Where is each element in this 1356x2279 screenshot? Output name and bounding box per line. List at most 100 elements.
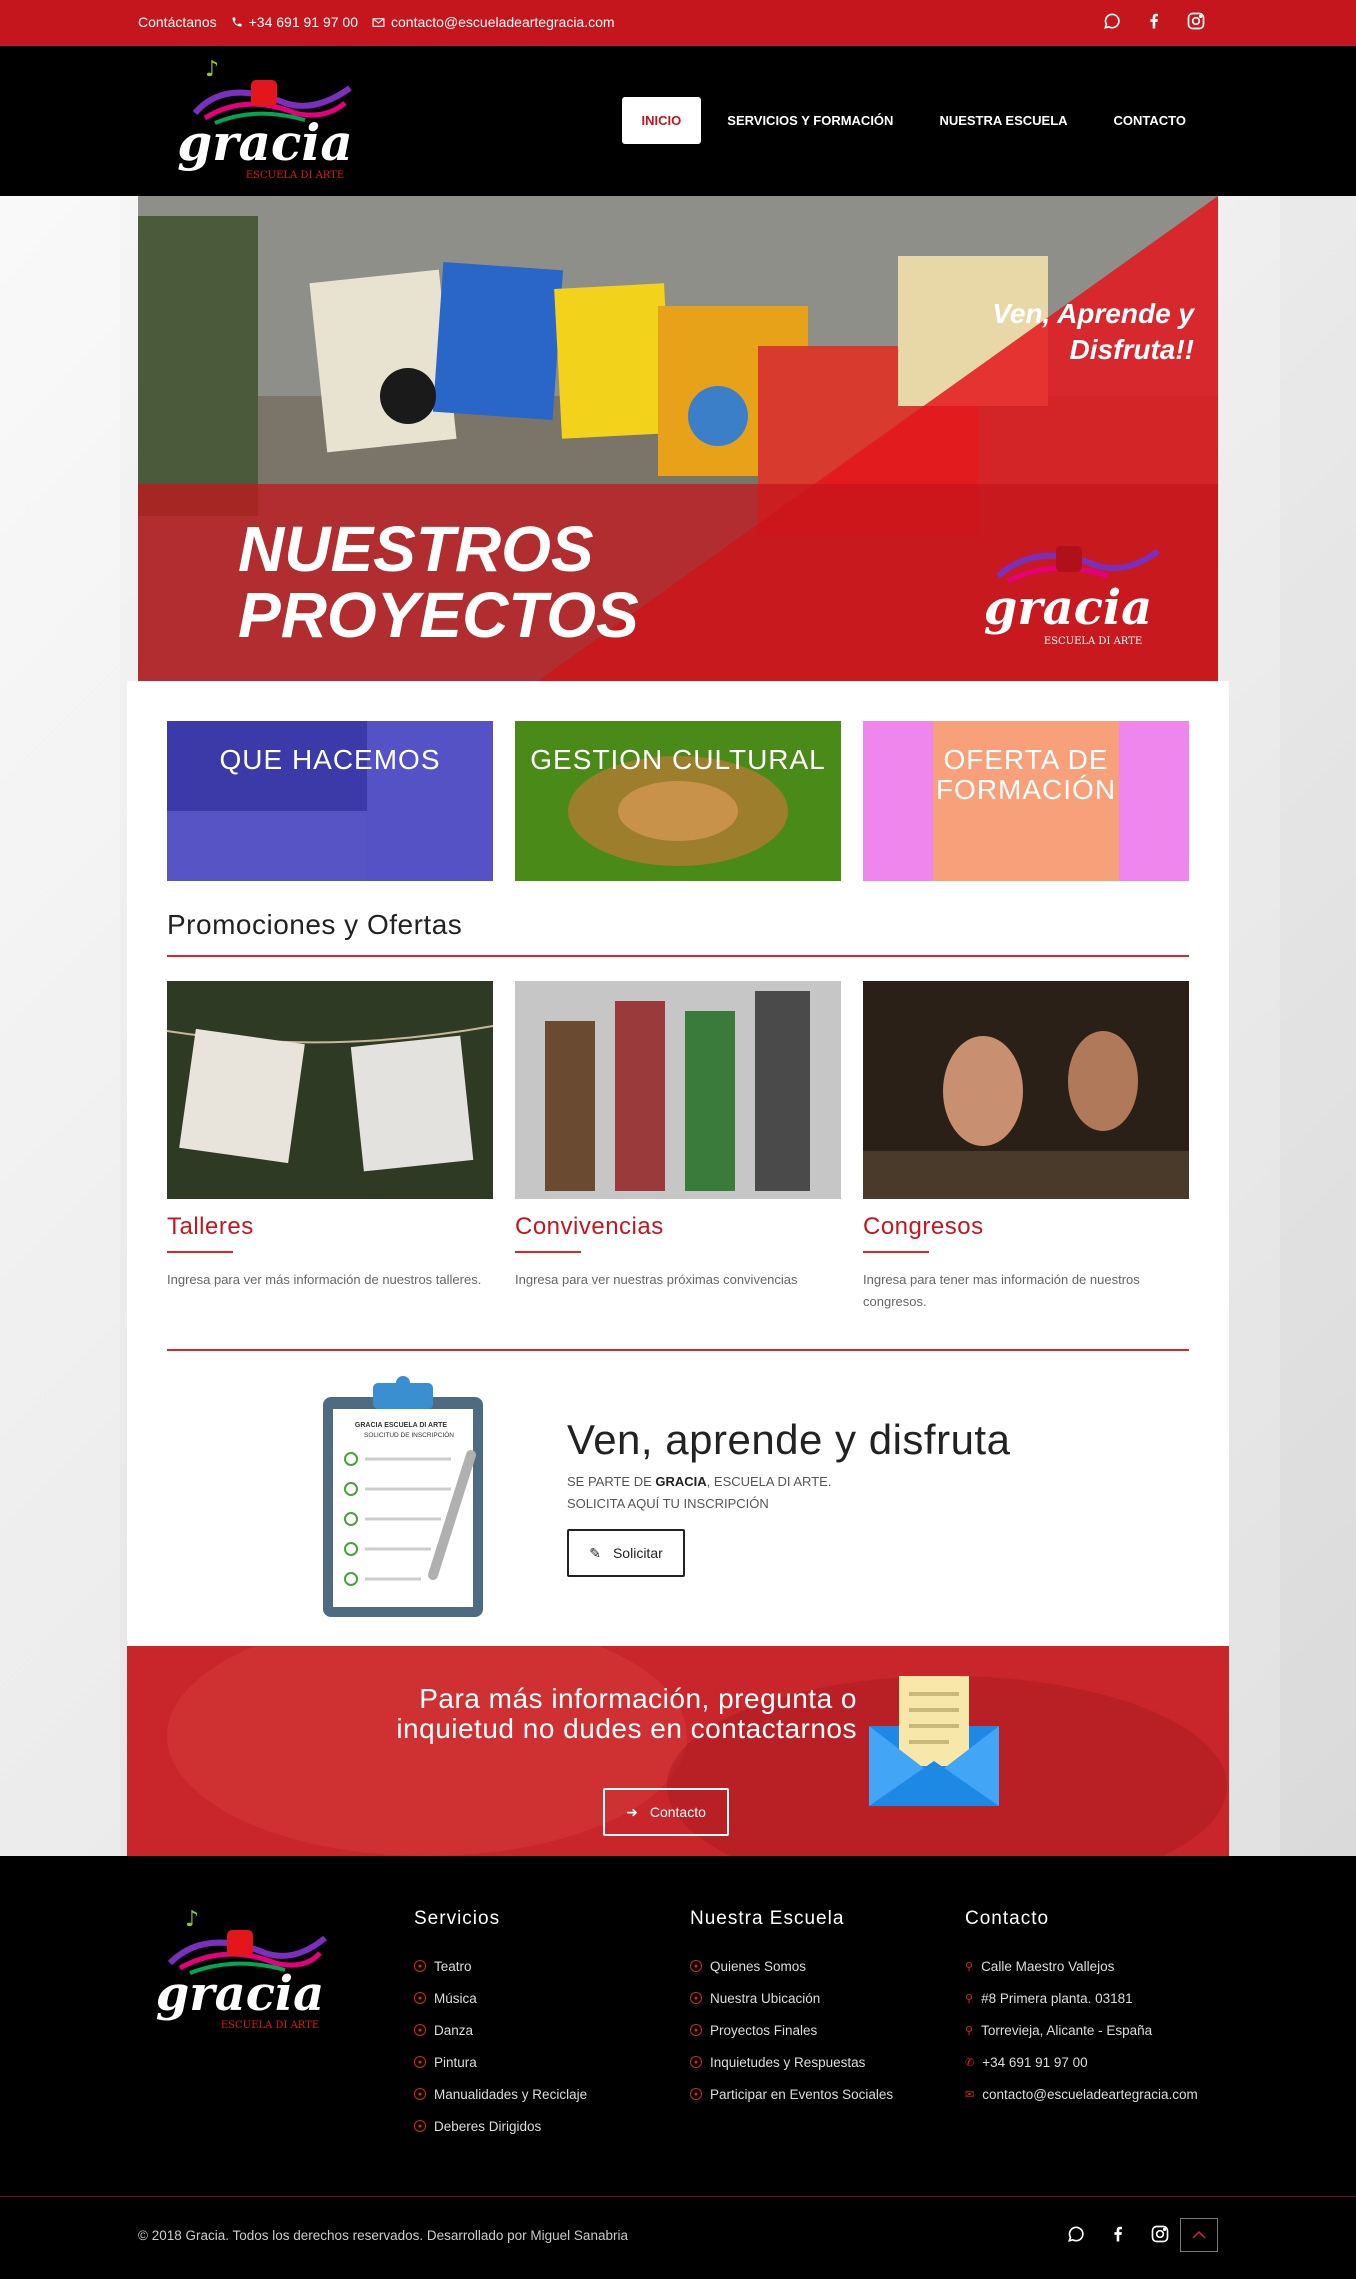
contacto-button[interactable]: ➜ Contacto [603,1788,729,1836]
phone-icon [231,16,243,28]
contact-label: Contáctanos [138,14,217,30]
facebook-icon[interactable] [1144,11,1164,31]
footer-servicios: Servicios ● Teatro ● Música ● Danza ● Pintur… [414,1908,587,2142]
site-logo[interactable]: ♪ gracia ESCUELA DI ARTE [165,57,365,188]
footer-logo[interactable]: ♪ gracia ESCUELA DI ARTE [145,1907,335,2038]
divider [167,955,1189,957]
svg-text:♪: ♪ [205,58,219,82]
footer-address: ⚲ #8 Primera planta. 03181 [965,1990,1133,2006]
location-icon: ⚲ [965,2024,974,2037]
envelope-illustration [869,1676,999,1806]
footer-address: ⚲ Torrevieja, Alicante - España [965,2022,1153,2038]
bullet-icon: ● [414,1992,426,2004]
promo-text: Ingresa para ver nuestras próximas convi… [515,1272,798,1287]
chevron-up-icon [1192,2226,1206,2244]
instagram-icon[interactable] [1186,11,1206,31]
site-footer: ♪ gracia ESCUELA DI ARTE Servicios ● Teat… [0,1856,1356,2279]
footer-escuela: Nuestra Escuela ● Quienes Somos ● Nuestra … [690,1908,893,2110]
promo-congresos[interactable]: Congresos Ingresa para tener mas informa… [863,981,1189,1313]
footer-link[interactable]: ● Proyectos Finales [690,2014,893,2046]
svg-text:♪: ♪ [185,1908,199,1932]
whatsapp-icon[interactable] [1102,11,1122,31]
footer-link[interactable]: ● Manualidades y Reciclaje [414,2078,587,2110]
mail-icon: ✉ [965,2088,975,2101]
feature-gestion-cultural[interactable]: GESTION CULTURAL [515,721,841,881]
bullet-icon: ● [414,2056,426,2068]
footer-link[interactable]: ● Quienes Somos [690,1950,893,1982]
author-link[interactable]: Miguel Sanabria [530,2228,628,2243]
promo-title[interactable]: Convivencias [515,1213,841,1241]
footer-link[interactable]: ● Música [414,1982,587,2014]
svg-text:gracia: gracia [984,580,1153,636]
copyright: © 2018 Gracia. Todos los derechos reserv… [138,2228,628,2243]
phone-icon: ✆ [965,2056,975,2069]
bullet-icon: ● [414,1960,426,1972]
svg-text:gracia: gracia [156,1966,325,2022]
location-icon: ⚲ [965,1992,974,2005]
bullet-icon: ● [414,2120,426,2132]
back-to-top-button[interactable] [1180,2218,1218,2252]
hero-logo: gracia ESCUELA DI ARTE [958,516,1178,656]
nav-servicios[interactable]: SERVICIOS Y FORMACIÓN [707,97,913,144]
footer-heading: Nuestra Escuela [690,1908,845,1929]
instagram-icon[interactable] [1150,2224,1170,2244]
hero-banner: Ven, Aprende y Disfruta!! NUESTROS PROYE… [138,196,1218,681]
promo-text: Ingresa para ver más información de nues… [167,1272,482,1287]
promo-image [515,981,841,1199]
main-header: ♪ gracia ESCUELA DI ARTE INICIO SERVICIO… [0,46,1356,196]
bullet-icon: ● [414,2088,426,2100]
footer-contacto: Contacto ⚲ Calle Maestro Vallejos ⚲ #8 Pri… [965,1908,1198,2110]
footer-email[interactable]: ✉ contacto@escueladeartegracia.com [965,2078,1198,2110]
contact-band: Para más información, pregunta o inquiet… [127,1646,1229,1856]
footer-phone[interactable]: ✆ +34 691 91 97 00 [965,2046,1198,2078]
main-content: QUE HACEMOS GESTION CULTURAL OFERTA DE F… [127,681,1229,1646]
topbar-phone[interactable]: +34 691 91 97 00 [231,14,358,30]
nav-inicio[interactable]: INICIO [621,97,702,144]
location-icon: ⚲ [965,1960,974,1973]
footer-link[interactable]: ● Participar en Eventos Sociales [690,2078,893,2110]
svg-text:SOLICITUD DE INSCRIPCIÓN: SOLICITUD DE INSCRIPCIÓN [364,1430,454,1439]
pencil-icon: ✎ [589,1544,601,1561]
bullet-icon: ● [690,2056,702,2068]
svg-text:GRACIA ESCUELA DI ARTE: GRACIA ESCUELA DI ARTE [355,1422,448,1429]
promo-image [167,981,493,1199]
hero-title: NUESTROS PROYECTOS [238,513,639,651]
cta-title: Ven, aprende y disfruta [567,1416,1011,1463]
bullet-icon: ● [690,1992,702,2004]
svg-text:ESCUELA DI ARTE: ESCUELA DI ARTE [1044,636,1142,647]
footer-link[interactable]: ● Teatro [414,1950,587,1982]
footer-heading: Servicios [414,1908,501,1929]
footer-link[interactable]: ● Danza [414,2014,587,2046]
footer-link[interactable]: ● Nuestra Ubicación [690,1982,893,2014]
footer-link[interactable]: ● Pintura [414,2046,587,2078]
solicitar-button[interactable]: ✎ Solicitar [567,1529,685,1577]
promo-talleres[interactable]: Talleres Ingresa para ver más informació… [167,981,493,1291]
clipboard-illustration: GRACIA ESCUELA DI ARTE SOLICITUD DE INSC… [321,1375,485,1619]
divider [167,1349,1189,1351]
footer-divider [0,2196,1356,2197]
topbar-email[interactable]: contacto@escueladeartegracia.com [372,14,615,30]
bullet-icon: ● [690,2088,702,2100]
feature-que-hacemos[interactable]: QUE HACEMOS [167,721,493,881]
whatsapp-icon[interactable] [1066,2224,1086,2244]
footer-link[interactable]: ● Deberes Dirigidos [414,2110,587,2142]
promo-underline [863,1251,929,1253]
footer-social [1066,2224,1170,2244]
promo-underline [167,1251,233,1253]
promo-convivencias[interactable]: Convivencias Ingresa para ver nuestras p… [515,981,841,1291]
svg-text:ESCUELA DI ARTE: ESCUELA DI ARTE [221,2020,319,2031]
arrow-right-icon: ➜ [626,1803,638,1820]
nav-contacto[interactable]: CONTACTO [1094,97,1206,144]
promo-underline [515,1251,581,1253]
bullet-icon: ● [690,1960,702,1972]
mail-icon [372,16,385,29]
facebook-icon[interactable] [1108,2224,1128,2244]
nav-escuela[interactable]: NUESTRA ESCUELA [919,97,1087,144]
svg-text:gracia: gracia [177,113,353,172]
footer-link[interactable]: ● Inquietudes y Respuestas [690,2046,893,2078]
bullet-icon: ● [414,2024,426,2036]
promo-title[interactable]: Talleres [167,1213,493,1241]
feature-oferta-formacion[interactable]: OFERTA DE FORMACIÓN [863,721,1189,881]
main-nav: INICIO SERVICIOS Y FORMACIÓN NUESTRA ESC… [621,97,1206,144]
promo-title[interactable]: Congresos [863,1213,1189,1241]
